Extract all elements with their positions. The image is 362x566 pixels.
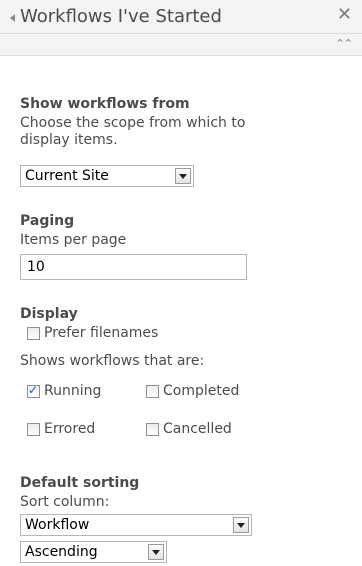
panel-title: Workflows I've Started [20, 6, 222, 27]
chevron-down-icon[interactable] [175, 168, 191, 184]
status-option-cancelled[interactable]: Cancelled [146, 421, 232, 437]
sort-order-value: Ascending [25, 544, 98, 560]
items-per-page-input[interactable] [20, 254, 247, 280]
scope-select[interactable]: Current Site [20, 165, 194, 187]
display-section-title: Display [20, 306, 78, 322]
cancelled-label: Cancelled [163, 421, 232, 437]
scope-description-line2: display items. [20, 132, 118, 148]
completed-checkbox[interactable] [146, 384, 159, 398]
header-divider [0, 33, 362, 34]
scope-select-value: Current Site [25, 168, 109, 184]
prefer-filenames-option[interactable]: Prefer filenames [27, 325, 158, 341]
completed-label: Completed [163, 383, 240, 399]
status-option-running[interactable]: Running [27, 383, 101, 399]
scope-description-line1: Choose the scope from which to [20, 115, 246, 131]
scope-section-title: Show workflows from [20, 96, 190, 112]
close-icon[interactable]: ✕ [337, 5, 352, 25]
sort-column-label: Sort column: [20, 494, 110, 510]
cancelled-checkbox[interactable] [146, 422, 159, 436]
status-option-completed[interactable]: Completed [146, 383, 239, 399]
status-option-errored[interactable]: Errored [27, 421, 95, 437]
back-arrow-icon[interactable] [10, 14, 15, 22]
errored-label: Errored [44, 421, 96, 437]
prefer-filenames-label: Prefer filenames [44, 325, 159, 341]
chevron-down-icon[interactable] [233, 517, 249, 533]
running-checkbox[interactable] [27, 383, 40, 398]
sort-order-select[interactable]: Ascending [20, 541, 167, 563]
title-bar: Workflows I've Started ✕ [0, 0, 362, 33]
sort-column-value: Workflow [25, 517, 90, 533]
errored-checkbox[interactable] [27, 422, 40, 436]
shows-workflows-label: Shows workflows that are: [20, 353, 205, 369]
chevron-down-icon[interactable] [148, 544, 164, 560]
items-per-page-label: Items per page [20, 232, 127, 248]
running-label: Running [44, 383, 102, 399]
sort-column-select[interactable]: Workflow [20, 514, 252, 536]
sorting-section-title: Default sorting [20, 475, 140, 491]
collapse-icon[interactable]: ⌃⌃ [336, 36, 353, 52]
paging-section-title: Paging [20, 213, 75, 229]
prefer-filenames-checkbox[interactable] [27, 326, 40, 340]
panel-header: Workflows I've Started ✕ ⌃⌃ [0, 0, 362, 56]
